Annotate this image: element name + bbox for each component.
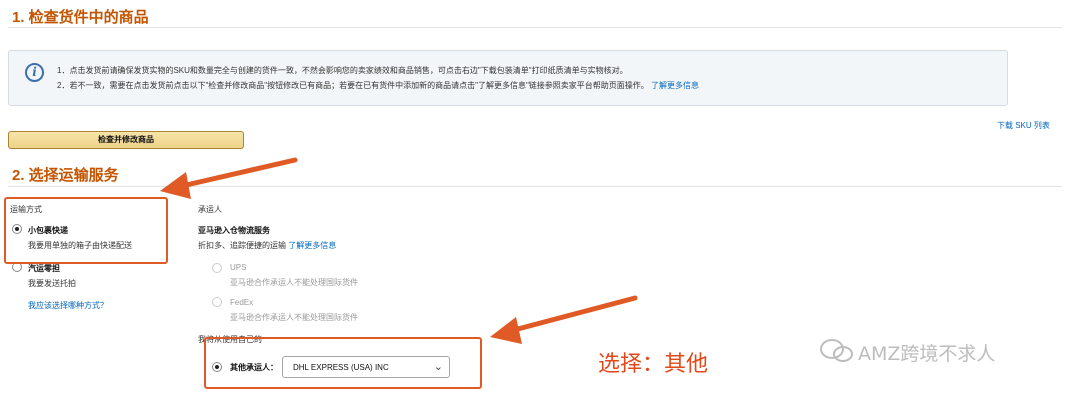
annotation-arrowhead-1 bbox=[160, 172, 191, 199]
wechat-icon bbox=[820, 339, 853, 362]
watermark-text: AMZ跨境不求人 bbox=[858, 343, 996, 365]
annotation-arrowhead-2 bbox=[490, 317, 522, 344]
annotation-arrow-2 bbox=[511, 295, 638, 333]
annotation-arrows bbox=[160, 157, 638, 344]
annotation-callout: 选择：其他 bbox=[598, 352, 709, 377]
annotation-arrow-1 bbox=[179, 157, 298, 189]
